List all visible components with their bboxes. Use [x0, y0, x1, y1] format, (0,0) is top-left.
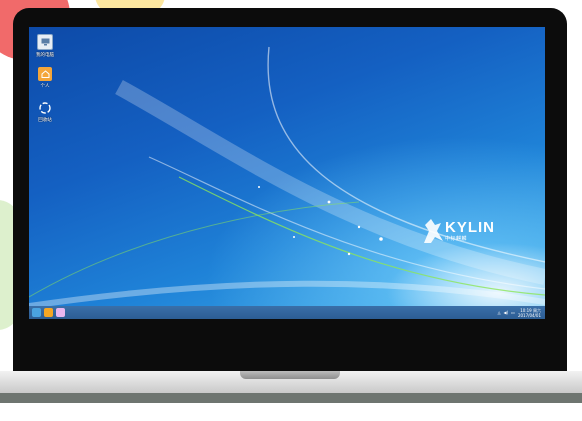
desktop-icon-label: 个人 [40, 84, 50, 89]
desktop-icon-label: 回收站 [38, 118, 52, 123]
file-manager-icon[interactable] [44, 308, 53, 317]
volume-icon[interactable]: ◀) [504, 310, 509, 315]
desktop-icon-computer[interactable]: 我的电脑 [31, 34, 59, 58]
network-icon[interactable]: ▭ [511, 310, 515, 315]
desktop-screen: 我的电脑 个人 回收站 KYLIN 中标麒麟 ◬ ◀) ▭ 10:19 周六 2… [29, 27, 545, 319]
kylin-logo: KYLIN 中标麒麟 [421, 217, 521, 247]
trash-icon [38, 101, 52, 115]
start-menu-icon[interactable] [32, 308, 41, 317]
logo-word: KYLIN [445, 219, 495, 236]
wallpaper-waves [29, 46, 545, 309]
taskbar: ◬ ◀) ▭ 10:19 周六 2017/04/01 [29, 306, 545, 319]
desktop-icon-home[interactable]: 个人 [31, 67, 59, 89]
home-folder-icon [38, 67, 52, 81]
monitor-base [0, 393, 582, 403]
tray-notify-icon[interactable]: ◬ [497, 310, 500, 315]
computer-icon [37, 34, 53, 50]
clock[interactable]: 10:19 周六 2017/04/01 [518, 308, 541, 318]
clock-date: 2017/04/01 [517, 312, 541, 318]
logo-subtitle: 中标麒麟 [445, 236, 468, 242]
desktop-icon-label: 我的电脑 [36, 53, 54, 58]
kylin-emblem-icon [424, 219, 443, 243]
system-tray: ◬ ◀) ▭ 10:19 周六 2017/04/01 [497, 306, 541, 319]
folder-icon[interactable] [56, 308, 65, 317]
monitor-stand-notch [240, 371, 340, 379]
desktop-icon-trash[interactable]: 回收站 [31, 101, 59, 123]
